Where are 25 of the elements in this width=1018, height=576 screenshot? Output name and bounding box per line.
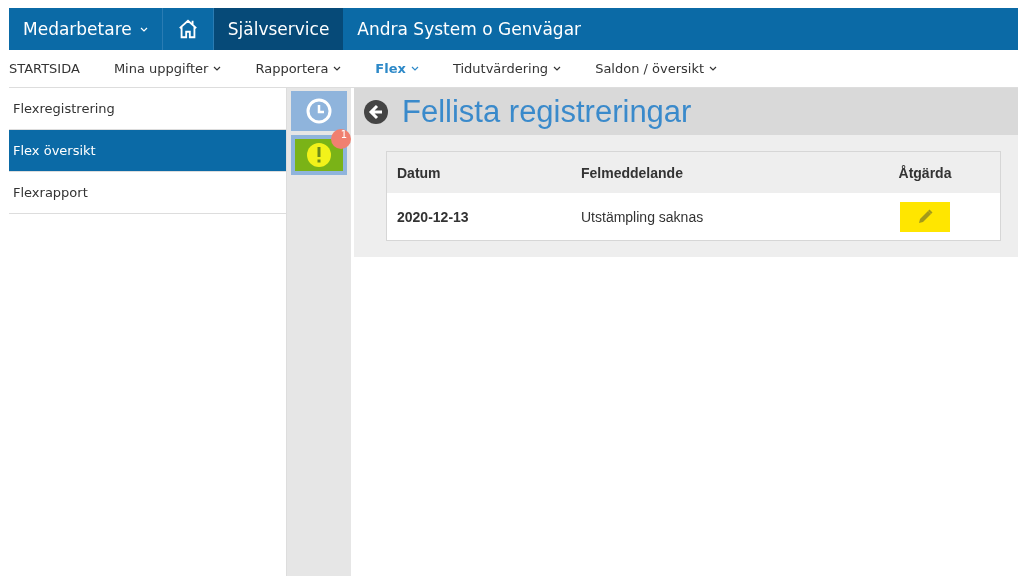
home-icon: [176, 18, 199, 40]
column-header: Datum: [397, 164, 441, 181]
tool-button[interactable]: [291, 91, 347, 131]
menu-item[interactable]: Saldon / översikt: [583, 61, 730, 76]
count-badge: 1: [331, 129, 351, 149]
table-cell: Utstämpling saknas: [581, 208, 704, 225]
menu-item[interactable]: Tidutvärdering: [440, 61, 574, 76]
column-header: Felmeddelande: [581, 164, 683, 181]
menu-item[interactable]: Flex: [363, 61, 431, 76]
edit-button[interactable]: [900, 201, 950, 232]
table-cell: 2020-12-13: [397, 208, 469, 225]
menu-item[interactable]: Mina uppgifter: [101, 61, 234, 76]
sidebar-item[interactable]: Flex översikt: [9, 130, 286, 172]
pencil-icon: [916, 207, 934, 226]
nav-tab[interactable]: Andra System o Genvägar: [343, 8, 596, 50]
nav-tab[interactable]: Självservice: [213, 8, 344, 50]
page-title: Fellista registreringar: [402, 93, 692, 130]
menu-item[interactable]: STARTSIDA: [9, 61, 92, 76]
column-header: Åtgärda: [898, 164, 952, 181]
nav-menu-item[interactable]: Medarbetare: [9, 8, 163, 50]
menu-item[interactable]: Rapportera: [243, 61, 354, 76]
clock-icon: [305, 97, 333, 125]
back-icon[interactable]: [364, 99, 388, 124]
warning-icon: [305, 141, 333, 169]
caret-icon: [139, 26, 148, 32]
